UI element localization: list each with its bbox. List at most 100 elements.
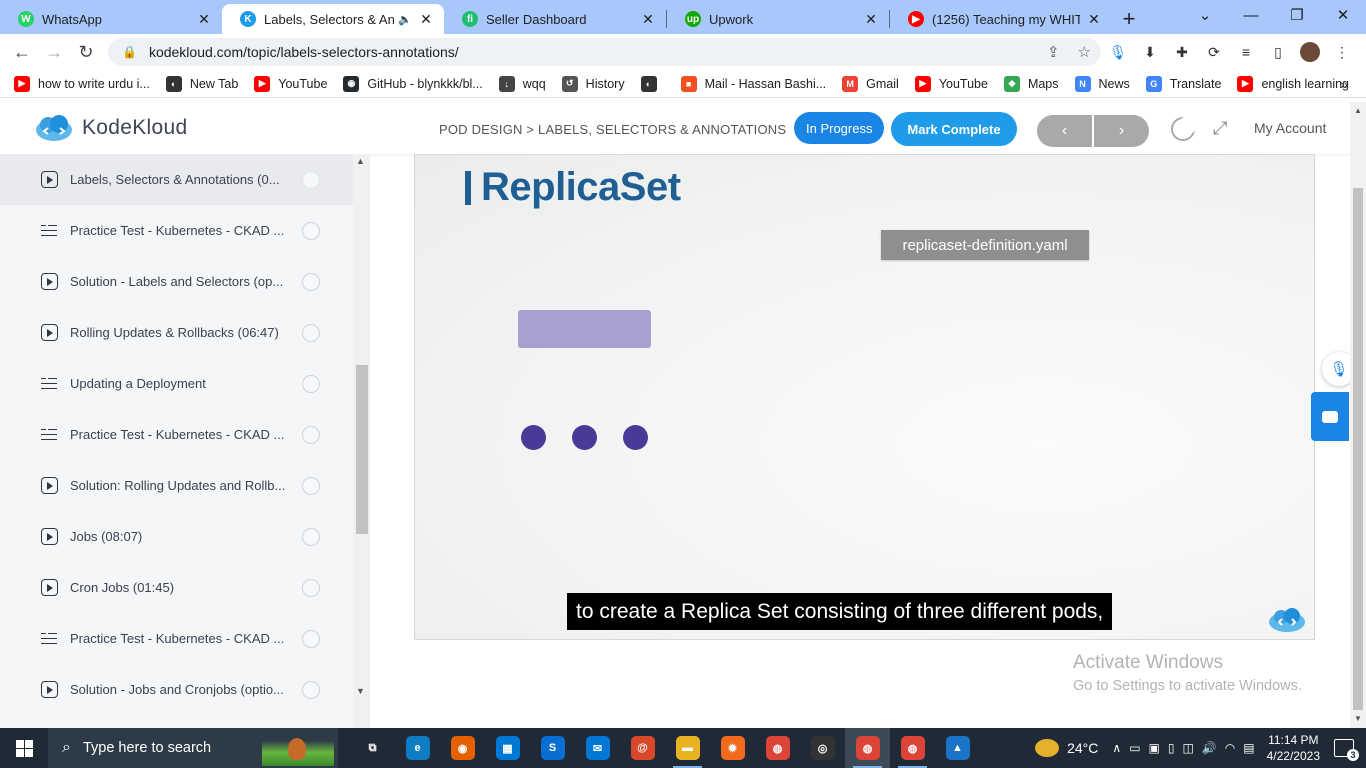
taskbar-app-settings-gear[interactable]: ✹ — [710, 728, 755, 768]
sync-extension-icon[interactable]: ⟳ — [1204, 42, 1224, 62]
reload-button[interactable]: ↻ — [70, 36, 102, 68]
restore-button[interactable]: ❐ — [1274, 0, 1320, 30]
bookmark-item[interactable]: ◐ New Tab — [165, 75, 238, 92]
language-icon[interactable]: ▤ — [1243, 741, 1254, 755]
lesson-complete-radio[interactable] — [302, 629, 320, 648]
lesson-complete-radio[interactable] — [302, 578, 320, 597]
address-bar[interactable]: 🔒 kodekloud.com/topic/labels-selectors-a… — [108, 38, 1101, 66]
bookmark-item[interactable]: ■ Mail - Hassan Bashi... — [680, 75, 826, 92]
lesson-complete-radio[interactable] — [302, 476, 320, 495]
forward-button[interactable]: → — [38, 36, 70, 68]
bookmark-item[interactable]: ▶ how to write urdu i... — [14, 75, 150, 92]
fullscreen-expand-icon[interactable]: ⤢ — [1213, 118, 1227, 139]
browser-tab[interactable]: K Labels, Selectors & Annotations🔈 ✕ — [222, 4, 444, 34]
taskbar-app-skype-like[interactable]: S — [530, 728, 575, 768]
taskbar-search[interactable]: ⌕ Type here to search — [48, 728, 338, 768]
minimize-button[interactable]: — — [1228, 0, 1274, 30]
browser-tab[interactable]: up Upwork ✕ — [667, 4, 889, 34]
wifi-icon[interactable]: ◠ — [1225, 741, 1235, 755]
lesson-item[interactable]: Jobs (08:07) — [0, 511, 353, 562]
more-menu-icon[interactable]: ⋮ — [1332, 42, 1352, 62]
puzzle-extensions-icon[interactable]: ✚ — [1172, 42, 1192, 62]
taskbar-app-file-explorer[interactable]: ▬ — [665, 728, 710, 768]
taskbar-app-chrome-profile-1[interactable]: ◍ — [845, 728, 890, 768]
taskbar-app-firefox[interactable]: ◉ — [440, 728, 485, 768]
lesson-item[interactable]: Practice Test - Kubernetes - CKAD ... — [0, 409, 353, 460]
lesson-complete-radio[interactable] — [302, 170, 320, 189]
kodekloud-logo[interactable]: KodeKloud — [34, 114, 187, 142]
previous-lesson-button[interactable]: ‹ — [1037, 115, 1092, 147]
mark-complete-button[interactable]: Mark Complete — [891, 112, 1017, 146]
bookmark-item[interactable]: N News — [1074, 75, 1130, 92]
next-lesson-button[interactable]: › — [1094, 115, 1149, 147]
lesson-complete-radio[interactable] — [302, 374, 320, 393]
bookmark-item[interactable]: ↓ wqq — [498, 75, 546, 92]
volume-icon[interactable]: 🔊 — [1202, 741, 1217, 755]
bookmark-item[interactable]: ▶ YouTube — [254, 75, 327, 92]
close-tab-icon[interactable]: ✕ — [196, 11, 212, 28]
taskbar-app-camera[interactable]: ◎ — [800, 728, 845, 768]
bookmark-item[interactable]: G Translate — [1145, 75, 1221, 92]
bookmark-item[interactable]: ◐ — [640, 75, 665, 92]
lesson-complete-radio[interactable] — [302, 680, 320, 699]
share-icon[interactable]: ⇪ — [1047, 43, 1060, 61]
lesson-item[interactable]: Cron Jobs (01:45) — [0, 562, 353, 613]
weather-widget[interactable]: 24°C — [1035, 739, 1098, 757]
sidebar-scroll-down-icon[interactable]: ▼ — [356, 686, 365, 696]
bookmark-item[interactable]: ▶ english learning — [1237, 75, 1349, 92]
sidebar-scroll-thumb[interactable] — [356, 365, 368, 534]
lesson-item[interactable]: Practice Test - Kubernetes - CKAD ... — [0, 613, 353, 664]
bookmark-item[interactable]: ↺ History — [561, 75, 625, 92]
taskbar-app-snail-app[interactable]: @ — [620, 728, 665, 768]
bookmarks-overflow-icon[interactable]: » — [1340, 76, 1348, 92]
bookmark-item[interactable]: ▶ YouTube — [914, 75, 988, 92]
profile-avatar[interactable] — [1300, 42, 1320, 62]
lesson-complete-radio[interactable] — [302, 323, 320, 342]
close-tab-icon[interactable]: ✕ — [418, 11, 434, 28]
lesson-item[interactable]: Solution - Jobs and Cronjobs (optio... — [0, 664, 353, 715]
browser-tab[interactable]: ▶ (1256) Teaching my WHITE fr ✕ — [890, 4, 1112, 34]
browser-tab[interactable]: W WhatsApp ✕ — [0, 4, 222, 34]
lesson-complete-radio[interactable] — [302, 272, 320, 291]
lesson-complete-radio[interactable] — [302, 527, 320, 546]
notification-center-icon[interactable]: 3 — [1334, 739, 1359, 761]
new-tab-button[interactable]: + — [1112, 4, 1146, 34]
lesson-item[interactable]: Rolling Updates & Rollbacks (06:47) — [0, 307, 353, 358]
lesson-item[interactable]: Solution: Rolling Updates and Rollb... — [0, 460, 353, 511]
clock[interactable]: 11:14 PM 4/22/2023 — [1267, 732, 1320, 764]
taskbar-app-edge[interactable]: e — [395, 728, 440, 768]
tab-search-icon[interactable]: ⌄ — [1182, 0, 1228, 30]
side-panel-icon[interactable]: ▯ — [1268, 42, 1288, 62]
video-player[interactable]: ReplicaSet replicaset-definition.yaml to… — [414, 154, 1315, 640]
network-icon[interactable]: ▭ — [1129, 741, 1140, 755]
bookmark-item[interactable]: ◆ Maps — [1003, 75, 1059, 92]
close-tab-icon[interactable]: ✕ — [863, 11, 879, 28]
close-tab-icon[interactable]: ✕ — [1086, 11, 1102, 28]
lesson-complete-radio[interactable] — [302, 221, 320, 240]
status-badge[interactable]: In Progress — [794, 112, 885, 144]
media-controls-icon[interactable]: ≡ — [1236, 42, 1256, 62]
back-button[interactable]: ← — [6, 36, 38, 68]
bookmark-item[interactable]: ◉ GitHub - blynkkk/bl... — [343, 75, 483, 92]
tab-audio-icon[interactable]: 🔈 — [398, 13, 412, 26]
taskbar-app-store[interactable]: ▦ — [485, 728, 530, 768]
mic-extension-icon[interactable]: 🎙 — [1108, 42, 1128, 62]
lesson-complete-radio[interactable] — [302, 425, 320, 444]
start-button[interactable] — [0, 728, 48, 768]
lesson-item[interactable]: Labels, Selectors & Annotations (0... — [0, 154, 353, 205]
page-scroll-down-icon[interactable]: ▼ — [1354, 714, 1362, 723]
download-extension-icon[interactable]: ⬇ — [1140, 42, 1160, 62]
taskbar-app-chrome-profile-2[interactable]: ◍ — [890, 728, 935, 768]
taskbar-app-chrome[interactable]: ◍ — [755, 728, 800, 768]
taskbar-app-photos[interactable]: ▲ — [935, 728, 980, 768]
display-icon[interactable]: ▣ — [1149, 741, 1160, 755]
sidebar-scroll-up-icon[interactable]: ▲ — [356, 156, 365, 166]
my-account-link[interactable]: My Account — [1254, 120, 1326, 136]
camera-tray-icon[interactable]: ◫ — [1182, 741, 1193, 755]
taskbar-app-task-view[interactable]: ⧉ — [350, 728, 395, 768]
bookmark-star-icon[interactable]: ☆ — [1078, 43, 1091, 61]
page-scroll-up-icon[interactable]: ▲ — [1354, 106, 1362, 115]
lesson-item[interactable]: Updating a Deployment — [0, 358, 353, 409]
show-hidden-icons[interactable]: ∧ — [1112, 741, 1121, 755]
battery-icon[interactable]: ▯ — [1168, 741, 1175, 755]
